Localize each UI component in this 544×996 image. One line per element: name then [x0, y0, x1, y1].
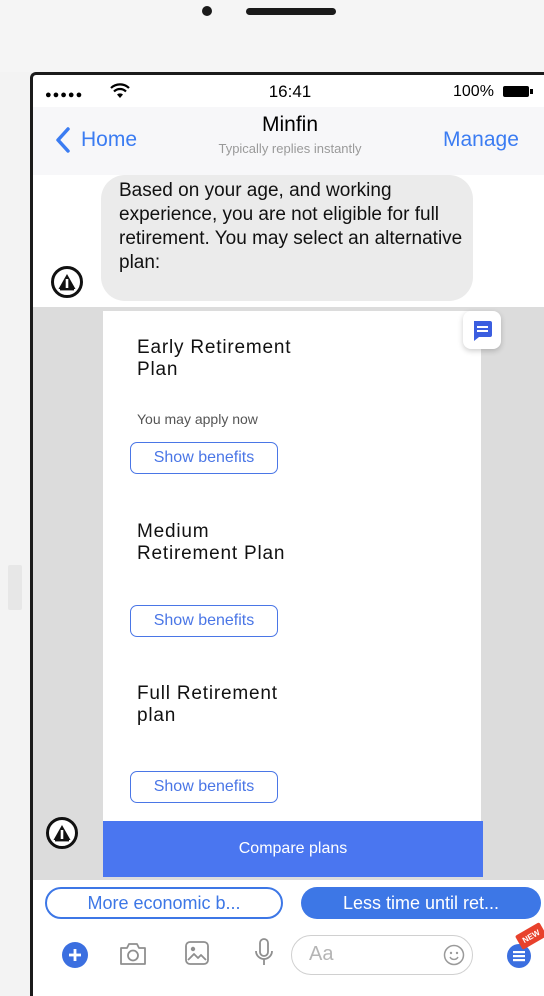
message-text: Based on your age, and working experienc… — [119, 180, 463, 273]
plan-medium: Medium Retirement Plan Show benefits — [103, 493, 481, 658]
plan-early: Early Retirement Plan You may apply now S… — [103, 311, 481, 494]
bot-avatar-icon — [46, 817, 78, 849]
status-bar: ●●●●● 16:41 100% — [33, 75, 544, 107]
show-benefits-button[interactable]: Show benefits — [130, 442, 278, 474]
plan-title: Early Retirement Plan — [137, 337, 292, 380]
message-input-placeholder: Aa — [309, 943, 334, 965]
plan-title: Full Retirement plan — [137, 683, 278, 726]
phone-screen: ●●●●● 16:41 100% Home Minfin Typically r… — [30, 72, 544, 996]
plan-full: Full Retirement plan Show benefits — [103, 657, 481, 821]
show-benefits-button[interactable]: Show benefits — [130, 605, 278, 637]
battery-tip — [530, 89, 533, 94]
show-benefits-button[interactable]: Show benefits — [130, 771, 278, 803]
device-side-button — [8, 565, 22, 610]
plan-subtitle: You may apply now — [137, 411, 258, 427]
battery-icon — [503, 86, 529, 97]
device-speaker — [246, 8, 336, 15]
gallery-icon[interactable] — [183, 939, 211, 967]
add-icon[interactable] — [61, 941, 89, 969]
message-icon[interactable] — [463, 311, 501, 349]
camera-icon[interactable] — [118, 941, 148, 967]
compare-plans-button[interactable]: Compare plans — [103, 821, 483, 877]
quick-reply-button[interactable]: Less time until ret... — [301, 887, 541, 919]
quick-reply-button[interactable]: More economic b... — [45, 887, 283, 919]
microphone-icon[interactable] — [254, 937, 274, 969]
emoji-icon[interactable] — [443, 944, 465, 966]
device-camera — [202, 6, 212, 16]
manage-button[interactable]: Manage — [443, 128, 519, 152]
plan-title: Medium Retirement Plan — [137, 521, 286, 564]
plans-card: Early Retirement Plan You may apply now S… — [103, 311, 481, 821]
bot-avatar-icon — [51, 266, 83, 298]
battery-percent: 100% — [453, 83, 494, 100]
